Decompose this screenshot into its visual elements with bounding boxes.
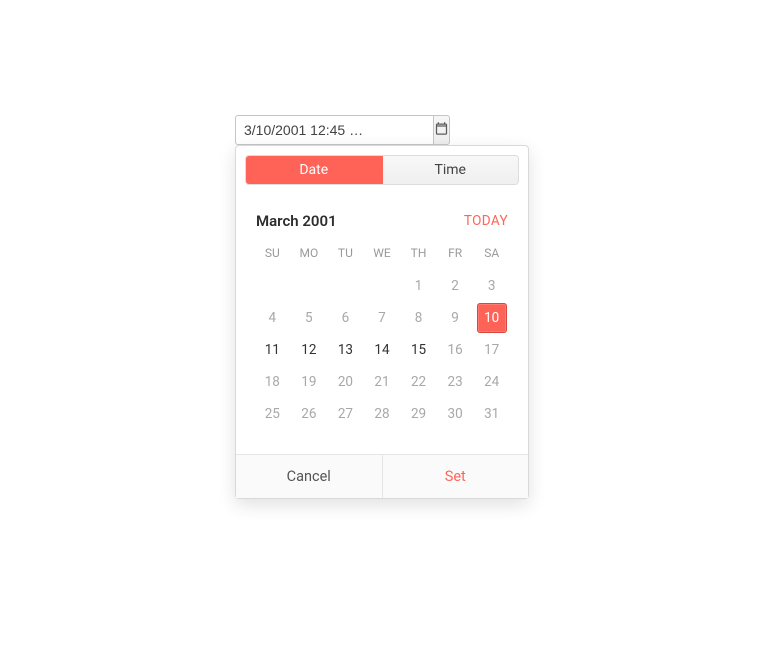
today-link[interactable]: TODAY bbox=[464, 213, 508, 229]
calendar-day[interactable]: 1 bbox=[404, 271, 434, 301]
calendar-empty-cell bbox=[254, 270, 291, 302]
calendar-toggle-button[interactable] bbox=[433, 115, 450, 145]
datetime-input-row bbox=[235, 115, 417, 145]
calendar-day[interactable]: 21 bbox=[367, 367, 397, 397]
calendar-icon bbox=[434, 121, 449, 140]
calendar-day[interactable]: 25 bbox=[257, 399, 287, 429]
calendar-day[interactable]: 11 bbox=[257, 335, 287, 365]
calendar-day[interactable]: 24 bbox=[477, 367, 507, 397]
tab-time[interactable]: Time bbox=[383, 156, 519, 184]
calendar-day[interactable]: 13 bbox=[330, 335, 360, 365]
calendar-day[interactable]: 7 bbox=[367, 303, 397, 333]
calendar-day[interactable]: 3 bbox=[477, 271, 507, 301]
datetime-popup: Date Time March 2001 TODAY SUMOTUWETHFRS… bbox=[235, 145, 529, 499]
weekday-header: SA bbox=[473, 242, 510, 270]
datetime-input[interactable] bbox=[235, 115, 433, 145]
calendar-day[interactable]: 10 bbox=[477, 303, 507, 333]
calendar-day[interactable]: 27 bbox=[330, 399, 360, 429]
calendar-day[interactable]: 31 bbox=[477, 399, 507, 429]
calendar-empty-cell bbox=[364, 270, 401, 302]
calendar-day[interactable]: 14 bbox=[367, 335, 397, 365]
weekday-header: WE bbox=[364, 242, 401, 270]
calendar-day[interactable]: 26 bbox=[294, 399, 324, 429]
calendar-day[interactable]: 15 bbox=[404, 335, 434, 365]
popup-footer: Cancel Set bbox=[236, 454, 528, 498]
calendar-day[interactable]: 18 bbox=[257, 367, 287, 397]
calendar-grid: SUMOTUWETHFRSA 1234567891011121314151617… bbox=[254, 242, 510, 430]
calendar-day[interactable]: 20 bbox=[330, 367, 360, 397]
calendar-day[interactable]: 19 bbox=[294, 367, 324, 397]
calendar-day[interactable]: 30 bbox=[440, 399, 470, 429]
cancel-button[interactable]: Cancel bbox=[236, 455, 383, 498]
calendar-day[interactable]: 29 bbox=[404, 399, 434, 429]
weekday-header: TH bbox=[400, 242, 437, 270]
weekday-header: MO bbox=[291, 242, 328, 270]
calendar-day[interactable]: 9 bbox=[440, 303, 470, 333]
calendar-day[interactable]: 5 bbox=[294, 303, 324, 333]
set-button[interactable]: Set bbox=[383, 455, 529, 498]
calendar-day[interactable]: 28 bbox=[367, 399, 397, 429]
tab-date[interactable]: Date bbox=[246, 156, 383, 184]
calendar-title[interactable]: March 2001 bbox=[256, 212, 337, 230]
calendar-day[interactable]: 12 bbox=[294, 335, 324, 365]
calendar-day[interactable]: 17 bbox=[477, 335, 507, 365]
calendar-day[interactable]: 8 bbox=[404, 303, 434, 333]
calendar-day[interactable]: 4 bbox=[257, 303, 287, 333]
calendar-empty-cell bbox=[327, 270, 364, 302]
tabstrip: Date Time bbox=[245, 155, 519, 185]
weekday-header: TU bbox=[327, 242, 364, 270]
calendar-day[interactable]: 16 bbox=[440, 335, 470, 365]
calendar-day[interactable]: 2 bbox=[440, 271, 470, 301]
calendar-day[interactable]: 6 bbox=[330, 303, 360, 333]
calendar-day[interactable]: 22 bbox=[404, 367, 434, 397]
calendar-empty-cell bbox=[291, 270, 328, 302]
weekday-header: SU bbox=[254, 242, 291, 270]
weekday-header: FR bbox=[437, 242, 474, 270]
calendar-day[interactable]: 23 bbox=[440, 367, 470, 397]
